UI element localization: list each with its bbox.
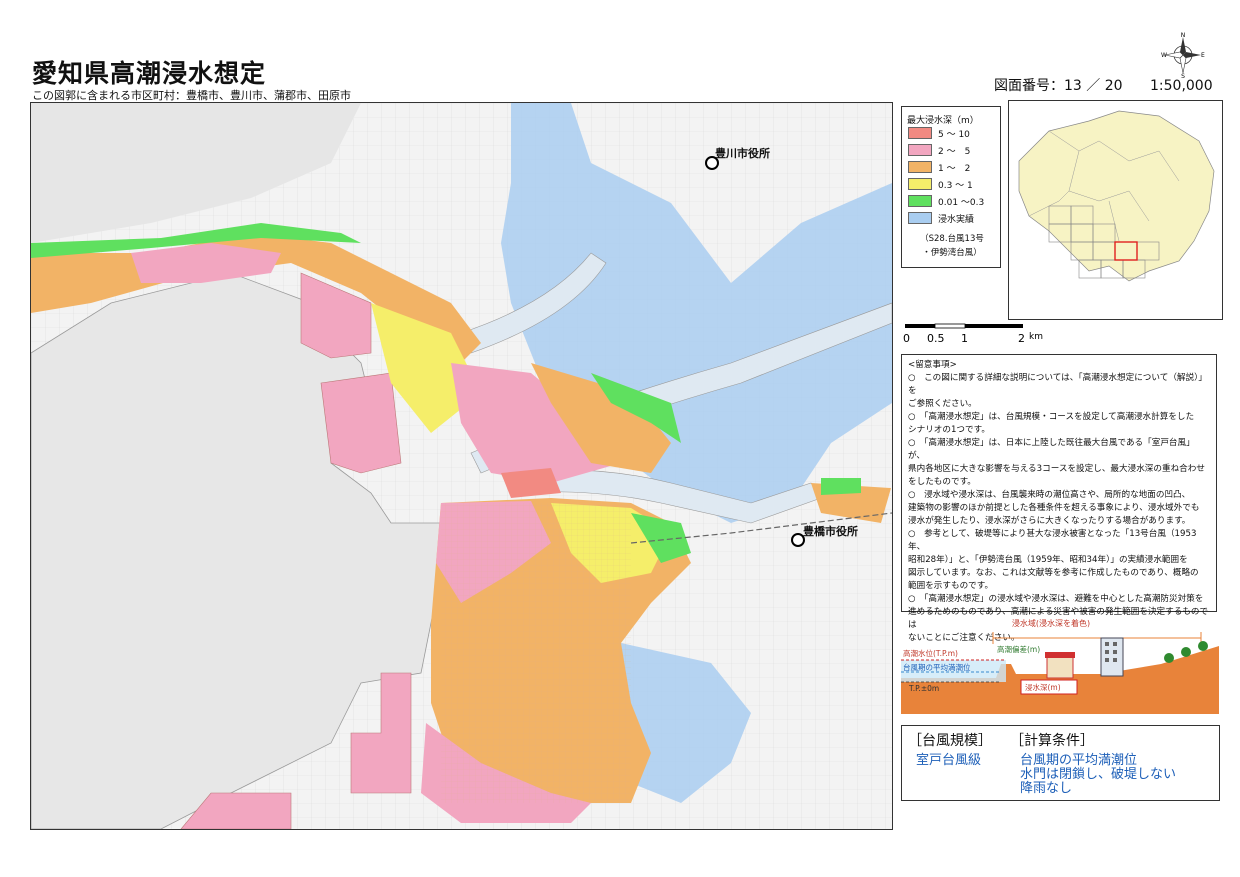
locator-inset-map (1008, 100, 1223, 320)
house-icon (1046, 655, 1074, 679)
legend-swatch (908, 127, 932, 139)
note-line: をしたものです。 (908, 477, 976, 487)
depth-legend: 最大浸水深（m） 5 ～ 10 2 ～ 5 1 ～ 2 0.3 ～ 1 0.01… (901, 106, 1001, 268)
map-scale: 1:50,000 (1150, 78, 1213, 94)
legend-label: 0.01 ～0.3 (938, 197, 985, 208)
notes-heading: <留意事項> (908, 360, 957, 370)
depth-label: 浸水深(m) (1025, 682, 1061, 692)
toyohashi-flooded-grid (441, 503, 631, 803)
tide-diff-label: 高潮偏差(m) (997, 644, 1040, 654)
note-line: ○ 「高潮浸水想定」は、日本に上陸した既往最大台風である「室戸台風」が、 (908, 438, 1195, 461)
calc-condition-line: 水門は閉鎖し、破堤しない (1020, 767, 1177, 782)
note-line: ○ この図に関する詳細な説明については、「高潮浸水想定について（解説）」を (908, 373, 1207, 396)
compass-e: E (1201, 52, 1205, 59)
cross-section-diagram: 浸水域(浸水深を着色) 高潮水位(T.P.m) 高潮偏差(m) 台風期の平均満潮… (901, 618, 1219, 714)
legend-item-0p01to0p3: 0.01 ～0.3 (908, 195, 985, 208)
note-line: 昭和28年）」と、「伊勢湾台風（1959年、昭和34年）」の実績浸水範囲を (908, 555, 1188, 565)
typhoon-scale-header: ［台風規模］ (908, 733, 992, 749)
legend-label: 1 ～ 2 (938, 163, 971, 174)
note-line: ○ 「高潮浸水想定」の浸水域や浸水深は、避難を中心とした高潮防災対策を (908, 594, 1204, 604)
scale-tick-1: 1 (961, 332, 968, 345)
compass-s: S (1181, 73, 1185, 78)
legend-item-5to10: 5 ～ 10 (908, 127, 970, 140)
legend-note-line1: （S28.台風13号 (920, 234, 984, 244)
legend-label: 2 ～ 5 (938, 146, 971, 157)
building-icon (1100, 637, 1124, 677)
aichi-prefecture-outline (1018, 110, 1215, 282)
legend-item-0p3to1: 0.3 ～ 1 (908, 178, 973, 191)
conditions-panel: ［台風規模］ ［計算条件］ 室戸台風級 台風期の平均満潮位 水門は閉鎖し、破堤し… (901, 725, 1220, 801)
compass-n: N (1181, 32, 1186, 39)
note-line: ○ 浸水域や浸水深は、台風襲来時の潮位高さや、局所的な地面の凹凸、 (908, 490, 1191, 500)
sheet-number: 図面番号：13 ／ 20 (994, 78, 1123, 94)
legend-swatch (908, 195, 932, 207)
note-line: 浸水が発生したり、浸水深がさらに大きくなったりする場合があります。 (908, 516, 1191, 526)
scale-tick-0-5: 0.5 (927, 332, 945, 345)
calc-condition-line: 降雨なし (1020, 781, 1073, 796)
legend-title: 最大浸水深（m） (907, 116, 979, 126)
inundation-map[interactable]: 豊川市役所 豊橋市役所 (30, 102, 893, 830)
legend-item-2to5: 2 ～ 5 (908, 144, 971, 157)
typhoon-scale-value: 室戸台風級 (916, 753, 982, 768)
note-line: 図示しています。なお、これは文献等を参考に作成したものであり、概略の (908, 568, 1199, 578)
note-line: 県内各地区に大きな影響を与える3コースを設定し、最大浸水深の重ね合わせ (908, 464, 1205, 474)
notes-panel: <留意事項> ○ この図に関する詳細な説明については、「高潮浸水想定について（解… (901, 354, 1217, 643)
scale-bar: 0 0.5 1 2 km (903, 323, 1043, 345)
municipalities-subtitle: この図郭に含まれる市区町村：豊橋市、豊川市、蒲郡市、田原市 (32, 89, 351, 102)
page-title: 愛知県高潮浸水想定 (32, 59, 267, 88)
note-line: ○ 参考として、破堤等により甚大な浸水被害となった「13号台風（1953年、 (908, 529, 1197, 552)
compass-rose-icon: N S W E (1161, 32, 1205, 78)
legend-note-line2: ・伊勢湾台風） (922, 248, 982, 258)
calc-condition-line: 台風期の平均満潮位 (1020, 753, 1138, 768)
east-patch-green (821, 478, 861, 495)
legend-label: 5 ～ 10 (938, 129, 970, 140)
inset-canvas (1018, 110, 1215, 282)
legend-swatch (908, 144, 932, 156)
note-line: シナリオの1つです。 (908, 425, 990, 435)
legend-label: 浸水実績 (938, 214, 975, 225)
map-canvas (31, 103, 892, 829)
calc-conditions-header: ［計算条件］ (1010, 733, 1094, 749)
delta-red (501, 468, 561, 498)
scale-tick-2: 2 (1018, 332, 1025, 345)
note-line: 範囲を示すものです。 (908, 581, 994, 591)
legend-swatch (908, 212, 932, 224)
legend-label: 0.3 ～ 1 (938, 180, 973, 191)
note-line: ○ 「高潮浸水想定」は、台風規模・コースを設定して高潮浸水計算をした (908, 412, 1195, 422)
note-line: 建築物の影響のほか前提とした各種条件を超える事象により、浸水域外でも (908, 503, 1200, 513)
toyokawa-city-hall-label: 豊川市役所 (715, 147, 770, 160)
tide-level-label: 高潮水位(T.P.m) (903, 648, 958, 658)
reclaimed-block-2 (320, 372, 402, 474)
compass-w: W (1161, 52, 1167, 59)
scale-unit: km (1029, 332, 1043, 342)
legend-item-1to2: 1 ～ 2 (908, 161, 971, 174)
note-line: ご参照ください。 (908, 399, 977, 409)
mean-tide-label: 台風期の平均満潮位 (903, 662, 971, 672)
toyohashi-city-hall-label: 豊橋市役所 (803, 525, 858, 538)
scale-tick-0: 0 (903, 332, 910, 345)
inundation-area-label: 浸水域(浸水深を着色) (1012, 618, 1090, 628)
tp-zero-label: T.P.±0m (908, 684, 939, 693)
legend-swatch (908, 161, 932, 173)
legend-swatch (908, 178, 932, 190)
legend-item-historical: 浸水実績 (908, 212, 975, 225)
